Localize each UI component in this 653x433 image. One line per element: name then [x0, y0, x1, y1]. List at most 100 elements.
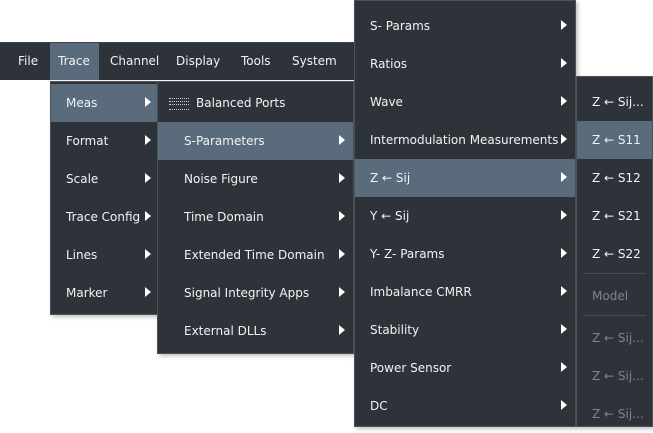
chevron-right-icon [145, 173, 151, 183]
z-menu-item-label: Z ← Sij... [592, 407, 644, 421]
sparams-menu-item-label: Y ← Sij [370, 209, 410, 223]
chevron-right-icon [561, 324, 567, 334]
sparams-menu-item-s-params[interactable]: S- Params [355, 7, 575, 45]
sparams-menu-item-label: Y- Z- Params [370, 247, 445, 261]
meas-menu-item-label: Time Domain [184, 210, 264, 224]
trace-menu-item-trace-config[interactable]: Trace Config [51, 198, 159, 236]
meas-menu: Balanced Ports S-Parameters Noise Figure… [157, 81, 354, 354]
trace-menu-item-marker[interactable]: Marker [51, 274, 159, 312]
sparams-menu-item-z-sij[interactable]: Z ← Sij [355, 159, 575, 197]
meas-menu-item-external-dlls[interactable]: External DLLs [158, 312, 353, 350]
chevron-right-icon [561, 362, 567, 372]
z-menu-item-z-s21[interactable]: Z ← S21 [577, 197, 652, 235]
menu-tools[interactable]: Tools [241, 43, 271, 80]
trace-menu-item-label: Trace Config [66, 210, 141, 224]
sparams-menu-item-imbalance-cmrr[interactable]: Imbalance CMRR [355, 273, 575, 311]
menu-file[interactable]: File [18, 43, 38, 80]
meas-menu-item-label: Balanced Ports [196, 96, 286, 110]
z-menu-item-label: Z ← S22 [592, 247, 641, 261]
trace-menu-item-label: Scale [66, 172, 99, 186]
sparams-menu-item-label: Ratios [370, 57, 408, 71]
trace-menu-item-label: Format [66, 134, 109, 148]
menu-system[interactable]: System [292, 43, 337, 80]
trace-menu-item-meas[interactable]: Meas [51, 84, 159, 122]
trace-menu: Meas Format Scale Trace Config Lines Mar… [50, 81, 160, 315]
s-parameters-menu: S- Params Ratios Wave Intermodulation Me… [354, 0, 576, 427]
z-menu-item-z-s22[interactable]: Z ← S22 [577, 235, 652, 273]
menu-trace[interactable]: Trace [50, 43, 99, 80]
meas-menu-item-label: External DLLs [184, 324, 267, 338]
chevron-right-icon [145, 135, 151, 145]
sparams-menu-item-wave[interactable]: Wave [355, 83, 575, 121]
balanced-ports-icon [169, 98, 189, 110]
meas-menu-item-label: Extended Time Domain [184, 248, 325, 262]
chevron-right-icon [145, 97, 151, 107]
sparams-menu-item-label: Wave [370, 95, 403, 109]
sparams-menu-item-label: Intermodulation Measurements [370, 133, 559, 147]
z-menu-item-label: Z ← S12 [592, 171, 641, 185]
sparams-menu-item-power-sensor[interactable]: Power Sensor [355, 349, 575, 387]
z-menu-item-label: Model [592, 289, 629, 303]
trace-menu-item-label: Meas [66, 96, 98, 110]
meas-menu-item-label: Signal Integrity Apps [184, 286, 310, 300]
z-menu-item-z-sij-disabled[interactable]: Z ← Sij... [577, 357, 652, 395]
chevron-right-icon [339, 173, 345, 183]
trace-menu-item-lines[interactable]: Lines [51, 236, 159, 274]
sparams-menu-item-y-sij[interactable]: Y ← Sij [355, 197, 575, 235]
sparams-menu-item-label: S- Params [370, 19, 431, 33]
sparams-menu-item-stability[interactable]: Stability [355, 311, 575, 349]
meas-menu-item-time-domain[interactable]: Time Domain [158, 198, 353, 236]
z-menu-item-z-sij-disabled[interactable]: Z ← Sij... [577, 319, 652, 357]
chevron-right-icon [561, 58, 567, 68]
z-menu-item-label: Z ← S21 [592, 209, 641, 223]
chevron-right-icon [561, 96, 567, 106]
chevron-right-icon [339, 325, 345, 335]
chevron-right-icon [561, 248, 567, 258]
sparams-menu-item-label: Imbalance CMRR [370, 285, 472, 299]
chevron-right-icon [339, 135, 345, 145]
meas-menu-item-extended-time-domain[interactable]: Extended Time Domain [158, 236, 353, 274]
menu-separator [583, 273, 646, 274]
z-menu-item-label: Z ← Sij... [592, 331, 644, 345]
chevron-right-icon [561, 134, 567, 144]
meas-menu-item-label: Noise Figure [184, 172, 258, 186]
sparams-menu-item-label: Stability [370, 323, 420, 337]
sparams-menu-item-label: DC [370, 399, 388, 413]
meas-menu-item-label: S-Parameters [184, 134, 265, 148]
z-sij-menu: Z ← Sij... Z ← S11 Z ← S12 Z ← S21 Z ← S… [576, 76, 653, 427]
z-menu-item-label: Z ← Sij... [592, 369, 644, 383]
trace-menu-item-scale[interactable]: Scale [51, 160, 159, 198]
chevron-right-icon [339, 287, 345, 297]
trace-menu-item-format[interactable]: Format [51, 122, 159, 160]
menu-bar: File Trace Channel Display Tools System [0, 42, 356, 80]
meas-menu-item-signal-integrity-apps[interactable]: Signal Integrity Apps [158, 274, 353, 312]
z-menu-item-label: Z ← Sij... [592, 95, 644, 109]
menu-separator [583, 315, 646, 316]
chevron-right-icon [561, 172, 567, 182]
z-menu-item-z-sij-disabled[interactable]: Z ← Sij... [577, 395, 652, 433]
menu-channel[interactable]: Channel [110, 43, 159, 80]
chevron-right-icon [561, 286, 567, 296]
meas-menu-item-noise-figure[interactable]: Noise Figure [158, 160, 353, 198]
meas-menu-item-balanced-ports[interactable]: Balanced Ports [158, 84, 353, 122]
z-menu-item-z-s11[interactable]: Z ← S11 [577, 121, 652, 159]
meas-menu-item-s-parameters[interactable]: S-Parameters [158, 122, 353, 160]
z-menu-item-model[interactable]: Model [577, 277, 652, 315]
chevron-right-icon [561, 210, 567, 220]
sparams-menu-item-ratios[interactable]: Ratios [355, 45, 575, 83]
trace-menu-item-label: Marker [66, 286, 108, 300]
chevron-right-icon [561, 20, 567, 30]
chevron-right-icon [145, 211, 151, 221]
chevron-right-icon [339, 211, 345, 221]
chevron-right-icon [561, 400, 567, 410]
chevron-right-icon [339, 249, 345, 259]
chevron-right-icon [145, 287, 151, 297]
sparams-menu-item-dc[interactable]: DC [355, 387, 575, 425]
sparams-menu-item-y-z-params[interactable]: Y- Z- Params [355, 235, 575, 273]
z-menu-item-z-sij[interactable]: Z ← Sij... [577, 83, 652, 121]
z-menu-item-z-s12[interactable]: Z ← S12 [577, 159, 652, 197]
z-menu-item-label: Z ← S11 [592, 133, 641, 147]
trace-menu-item-label: Lines [66, 248, 98, 262]
menu-display[interactable]: Display [176, 43, 220, 80]
sparams-menu-item-intermodulation[interactable]: Intermodulation Measurements [355, 121, 575, 159]
